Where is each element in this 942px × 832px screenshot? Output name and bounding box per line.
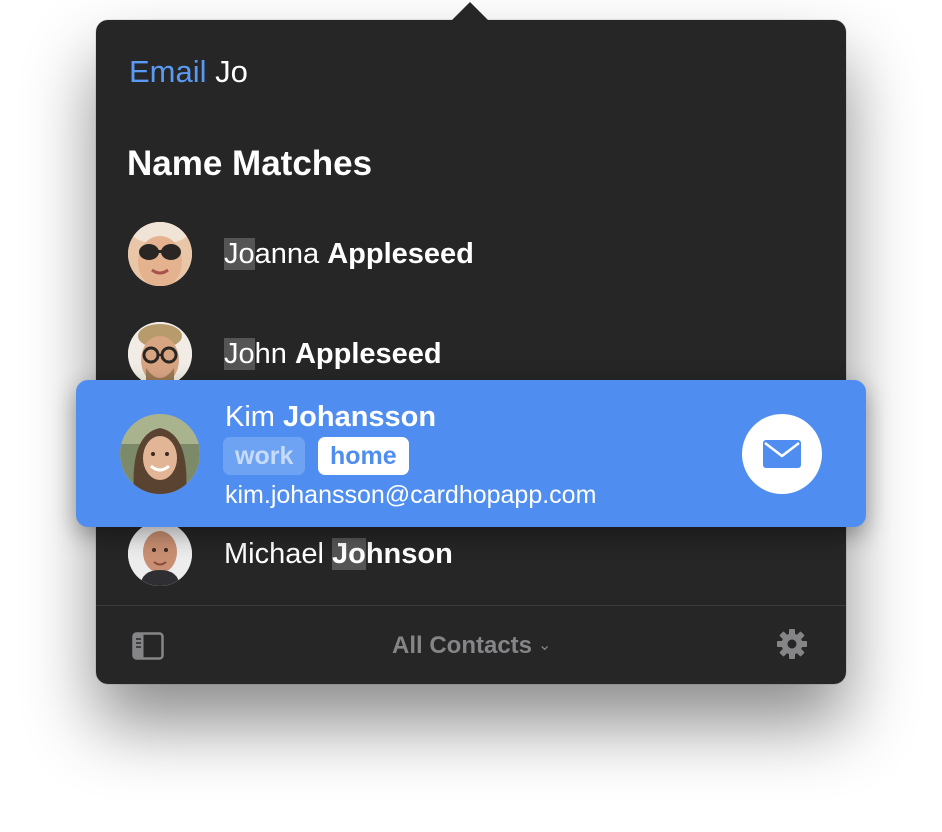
contact-row-kim-selected[interactable]: Kim Johansson work home kim.johansson@ca… bbox=[76, 380, 866, 527]
query-text: Jo bbox=[215, 54, 248, 89]
gear-icon[interactable] bbox=[776, 628, 808, 660]
avatar bbox=[128, 522, 192, 586]
scope-label: All Contacts bbox=[392, 632, 533, 659]
query-command: Email bbox=[129, 54, 207, 89]
contact-email: kim.johansson@cardhopapp.com bbox=[225, 481, 597, 509]
contact-row-michael[interactable]: Michael Johnson bbox=[96, 520, 846, 590]
contact-name: Joanna Appleseed bbox=[224, 238, 474, 270]
contact-name: John Appleseed bbox=[224, 338, 442, 370]
section-title: Name Matches bbox=[127, 144, 373, 183]
contacts-scope-dropdown[interactable]: All Contacts ⌄ bbox=[392, 631, 551, 664]
chevron-down-icon: ⌄ bbox=[538, 637, 552, 654]
sidebar-icon[interactable] bbox=[132, 632, 164, 660]
footer-divider bbox=[96, 605, 846, 606]
popover-arrow bbox=[452, 2, 488, 20]
label-work[interactable]: work bbox=[223, 437, 306, 475]
contact-row-joanna[interactable]: Joanna Appleseed bbox=[96, 220, 846, 290]
avatar bbox=[128, 222, 192, 286]
contacts-popover: Email Jo Name Matches Joanna Appleseed J… bbox=[96, 20, 846, 684]
contact-name: Michael Johnson bbox=[224, 538, 453, 570]
label-home-selected[interactable]: home bbox=[318, 437, 409, 475]
envelope-icon bbox=[763, 440, 801, 468]
send-email-button[interactable] bbox=[742, 414, 822, 494]
avatar bbox=[120, 414, 200, 494]
contact-name: Kim Johansson bbox=[225, 401, 437, 433]
avatar bbox=[128, 322, 192, 386]
search-query[interactable]: Email Jo bbox=[129, 54, 248, 90]
